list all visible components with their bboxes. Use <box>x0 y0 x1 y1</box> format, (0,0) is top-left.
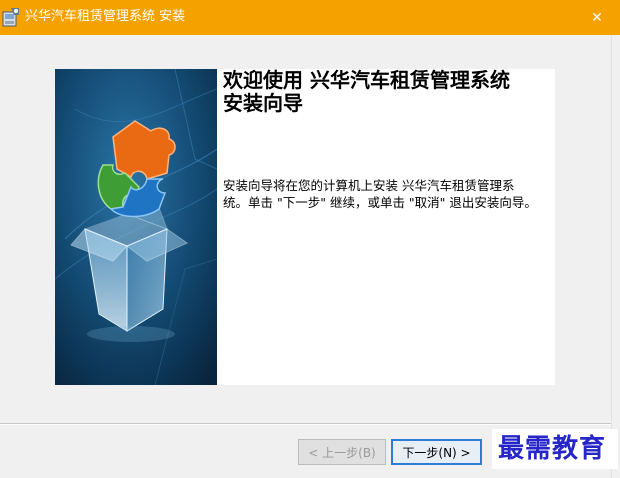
wizard-side-image <box>55 69 217 385</box>
welcome-description-line1: 安装向导将在您的计算机上安装 兴华汽车租赁管理系 <box>223 178 515 193</box>
watermark-logo: 最需教育 <box>492 429 618 469</box>
back-button: < 上一步(B) <box>298 439 386 465</box>
welcome-description: 安装向导将在您的计算机上安装 兴华汽车租赁管理系 统。单击 "下一步" 继续，或… <box>223 177 553 211</box>
wizard-content-panel: 欢迎使用 兴华汽车租赁管理系统 安装向导 安装向导将在您的计算机上安装 兴华汽车… <box>217 69 555 385</box>
title-bar: 兴华汽车租赁管理系统 安装 ✕ <box>0 0 620 35</box>
welcome-title: 欢迎使用 兴华汽车租赁管理系统 安装向导 <box>223 69 553 115</box>
welcome-description-line2: 统。单击 "下一步" 继续，或单击 "取消" 退出安装向导。 <box>223 195 537 210</box>
window-title: 兴华汽车租赁管理系统 安装 <box>25 9 186 24</box>
footer-separator <box>0 423 611 425</box>
welcome-title-line2: 安装向导 <box>223 91 303 115</box>
installer-app-icon <box>2 7 20 27</box>
window-border-right <box>611 35 620 478</box>
welcome-title-line1: 欢迎使用 兴华汽车租赁管理系统 <box>223 68 510 92</box>
close-button[interactable]: ✕ <box>574 0 620 35</box>
next-button[interactable]: 下一步(N) > <box>391 439 482 465</box>
close-icon: ✕ <box>591 9 603 26</box>
